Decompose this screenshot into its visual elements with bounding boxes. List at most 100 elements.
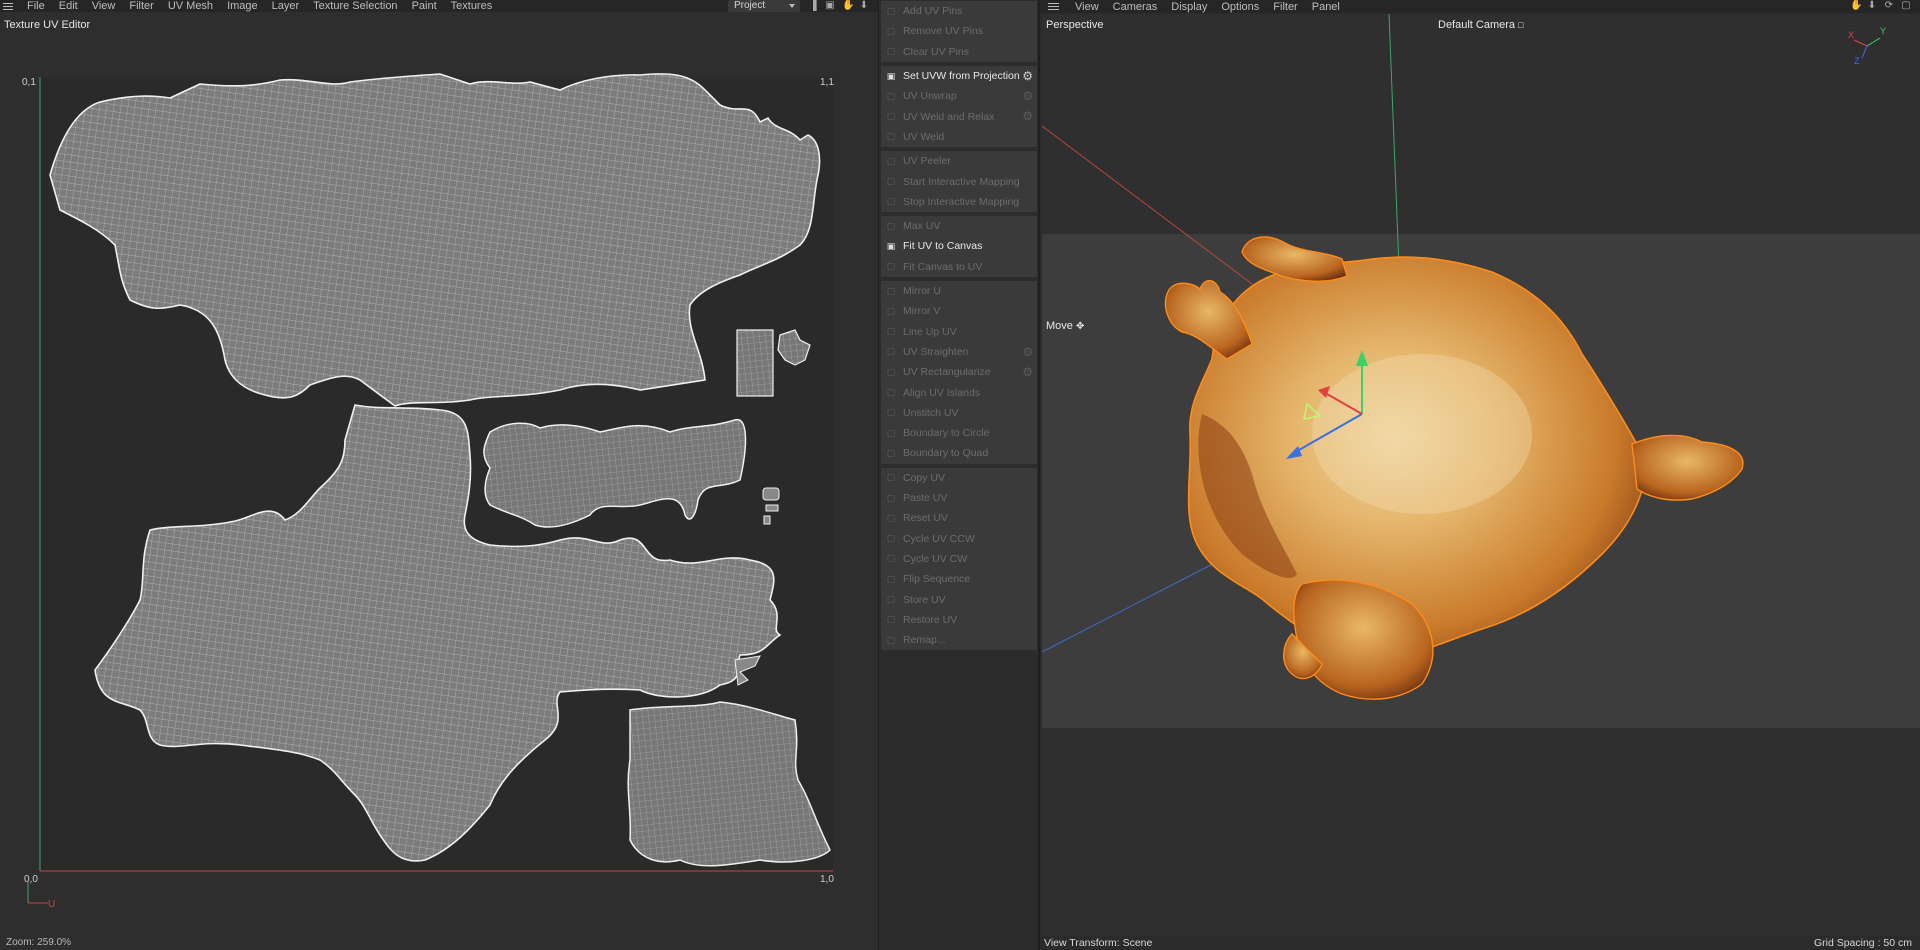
corner-label-top-left: 0,1 — [22, 77, 36, 88]
circle-icon: ▢ — [886, 427, 896, 438]
uv-command-label: Cycle UV CCW — [903, 532, 975, 545]
histogram-icon[interactable]: ▐ — [808, 1, 818, 11]
chicken-tail — [1631, 434, 1744, 501]
uv-command-boundary-to-quad[interactable]: ▢ Boundary to Quad — [881, 443, 1037, 463]
uv-command-mirror-v[interactable]: ▢ Mirror V — [881, 301, 1037, 321]
menu-options[interactable]: Options — [1214, 1, 1266, 13]
uv-command-label: Mirror U — [903, 285, 941, 298]
menu-edit[interactable]: Edit — [52, 0, 85, 12]
uv-command-paste-uv[interactable]: ▢ Paste UV — [881, 488, 1037, 508]
menu-view[interactable]: View — [85, 0, 123, 12]
chicken-model[interactable] — [1164, 236, 1744, 700]
menu-file[interactable]: File — [20, 0, 52, 12]
camera-icon: □ — [1518, 20, 1524, 30]
uv-command-copy-uv[interactable]: ▢ Copy UV — [881, 468, 1037, 488]
uv-command-align-uv-islands[interactable]: ▢ Align UV Islands — [881, 382, 1037, 402]
uv-command-uv-weld[interactable]: ▢ UV Weld — [881, 127, 1037, 147]
uv-command-clear-uv-pins[interactable]: ▢ Clear UV Pins — [881, 42, 1037, 62]
menu-panel[interactable]: Panel — [1305, 1, 1347, 13]
uv-command-label: Paste UV — [903, 492, 948, 505]
move-icon: ✥ — [1075, 321, 1085, 332]
uv-command-uv-peeler[interactable]: ▢ UV Peeler — [881, 151, 1037, 171]
menu-textures[interactable]: Textures — [444, 0, 500, 12]
uv-canvas[interactable]: U 0,1 1,1 0,0 1,0 — [0, 60, 878, 930]
chicken-wing-left — [1164, 280, 1253, 360]
uv-command-label: Unstitch UV — [903, 406, 959, 419]
gear-icon[interactable]: ⚙ — [1022, 90, 1033, 102]
uv-command-label: UV Weld and Relax — [903, 110, 995, 123]
uv-command-uv-unwrap[interactable]: ▢ UV Unwrap ⚙ — [881, 86, 1037, 106]
menu-paint[interactable]: Paint — [405, 0, 444, 12]
maximize-icon[interactable]: ▢ — [1901, 1, 1911, 11]
uv-command-restore-uv[interactable]: ▢ Restore UV — [881, 610, 1037, 630]
menu-layer[interactable]: Layer — [265, 0, 307, 12]
uv-command-remove-uv-pins[interactable]: ▢ Remove UV Pins — [881, 21, 1037, 41]
uv-command-uv-straighten[interactable]: ▢ UV Straighten ⚙ — [881, 342, 1037, 362]
orientation-gizmo: Y X Z — [1848, 26, 1886, 66]
quad-icon: ▢ — [886, 447, 896, 458]
fit-canvas-icon: ▢ — [886, 261, 896, 272]
uv-command-remap[interactable]: ▢ Remap... — [881, 630, 1037, 650]
project-dropdown[interactable]: Project — [728, 0, 800, 12]
uv-command-boundary-to-circle[interactable]: ▢ Boundary to Circle — [881, 423, 1037, 443]
menu-display[interactable]: Display — [1164, 1, 1214, 13]
world-axis-z — [1042, 553, 1233, 653]
gear-icon[interactable]: ⚙ — [1022, 366, 1033, 378]
viewport-menubar: View Cameras Display Options Filter Pane… — [1040, 0, 1920, 13]
gear-icon[interactable]: ⚙ — [1022, 346, 1033, 358]
viewport-projection-label[interactable]: Perspective — [1046, 19, 1103, 31]
uv-command-group: ▢ Max UV ▣ Fit UV to Canvas ▢ Fit Canvas to U… — [881, 216, 1037, 277]
uv-command-stop-interactive-mapping[interactable]: ▢ Stop Interactive Mapping — [881, 192, 1037, 212]
cycle-ccw-icon: ▢ — [886, 533, 896, 544]
move-down-icon[interactable]: ⬇ — [1867, 1, 1877, 11]
menu-view[interactable]: View — [1068, 1, 1106, 13]
uv-command-group: ▢ Add UV Pins ▢ Remove UV Pins ▢ Clear UV Pin… — [881, 1, 1037, 62]
uv-command-uv-rectangularize[interactable]: ▢ UV Rectangularize ⚙ — [881, 362, 1037, 382]
uv-command-label: Align UV Islands — [903, 386, 981, 399]
uv-command-reset-uv[interactable]: ▢ Reset UV — [881, 508, 1037, 528]
uv-command-set-uvw-from-projection[interactable]: ▣ Set UVW from Projection ⚙ — [881, 66, 1037, 86]
uv-command-cycle-uv-cw[interactable]: ▢ Cycle UV CW — [881, 549, 1037, 569]
uv-command-label: Remove UV Pins — [903, 25, 983, 38]
uv-command-label: Cycle UV CW — [903, 552, 968, 565]
unstitch-icon: ▢ — [886, 407, 896, 418]
uv-command-fit-uv-to-canvas[interactable]: ▣ Fit UV to Canvas — [881, 236, 1037, 256]
gear-icon[interactable]: ⚙ — [1022, 70, 1033, 82]
gear-icon[interactable]: ⚙ — [1022, 110, 1033, 122]
hamburger-menu-icon[interactable] — [1040, 0, 1068, 13]
menu-uv-mesh[interactable]: UV Mesh — [161, 0, 220, 12]
weld-relax-icon: ▢ — [886, 111, 896, 122]
move-down-icon[interactable]: ⬇ — [859, 1, 869, 11]
uv-command-fit-canvas-to-uv[interactable]: ▢ Fit Canvas to UV — [881, 257, 1037, 277]
viewport-3d-view[interactable]: Y X Z Perspective Default Camera □ Move … — [1042, 14, 1920, 936]
lock-icon[interactable]: ▣ — [825, 1, 835, 11]
active-tool-text: Move — [1046, 320, 1073, 332]
uv-command-store-uv[interactable]: ▢ Store UV — [881, 589, 1037, 609]
mirror-u-icon: ▢ — [886, 285, 896, 296]
uv-command-uv-weld-and-relax[interactable]: ▢ UV Weld and Relax ⚙ — [881, 106, 1037, 126]
fit-icon: ▣ — [886, 240, 896, 251]
pan-hand-icon[interactable]: ✋ — [1850, 1, 1862, 11]
orientation-z-label: Z — [1854, 56, 1860, 66]
camera-label[interactable]: Default Camera □ — [1438, 19, 1524, 31]
uv-command-unstitch-uv[interactable]: ▢ Unstitch UV — [881, 403, 1037, 423]
uv-command-mirror-u[interactable]: ▢ Mirror U — [881, 281, 1037, 301]
menu-image[interactable]: Image — [220, 0, 265, 12]
uv-command-add-uv-pins[interactable]: ▢ Add UV Pins — [881, 1, 1037, 21]
uv-command-max-uv[interactable]: ▢ Max UV — [881, 216, 1037, 236]
menu-texture-selection[interactable]: Texture Selection — [306, 0, 404, 12]
hamburger-menu-icon[interactable] — [0, 0, 20, 12]
rotate-icon[interactable]: ⟳ — [1884, 1, 1894, 11]
pan-hand-icon[interactable]: ✋ — [842, 1, 854, 11]
uv-command-start-interactive-mapping[interactable]: ▢ Start Interactive Mapping — [881, 171, 1037, 191]
uv-command-cycle-uv-ccw[interactable]: ▢ Cycle UV CCW — [881, 528, 1037, 548]
uv-command-flip-sequence[interactable]: ▢ Flip Sequence — [881, 569, 1037, 589]
uv-command-group: ▢ Copy UV ▢ Paste UV ▢ Reset UV ▢ Cycle UV CCW ▢… — [881, 467, 1037, 651]
uv-command-label: Remap... — [903, 634, 946, 647]
menu-filter[interactable]: Filter — [1266, 1, 1304, 13]
chicken-highlight — [1312, 354, 1532, 514]
menu-filter[interactable]: Filter — [122, 0, 160, 12]
uv-command-line-up-uv[interactable]: ▢ Line Up UV — [881, 321, 1037, 341]
menu-cameras[interactable]: Cameras — [1106, 1, 1165, 13]
uv-commands-panel: ▢ Add UV Pins ▢ Remove UV Pins ▢ Clear UV Pin… — [878, 0, 1038, 950]
